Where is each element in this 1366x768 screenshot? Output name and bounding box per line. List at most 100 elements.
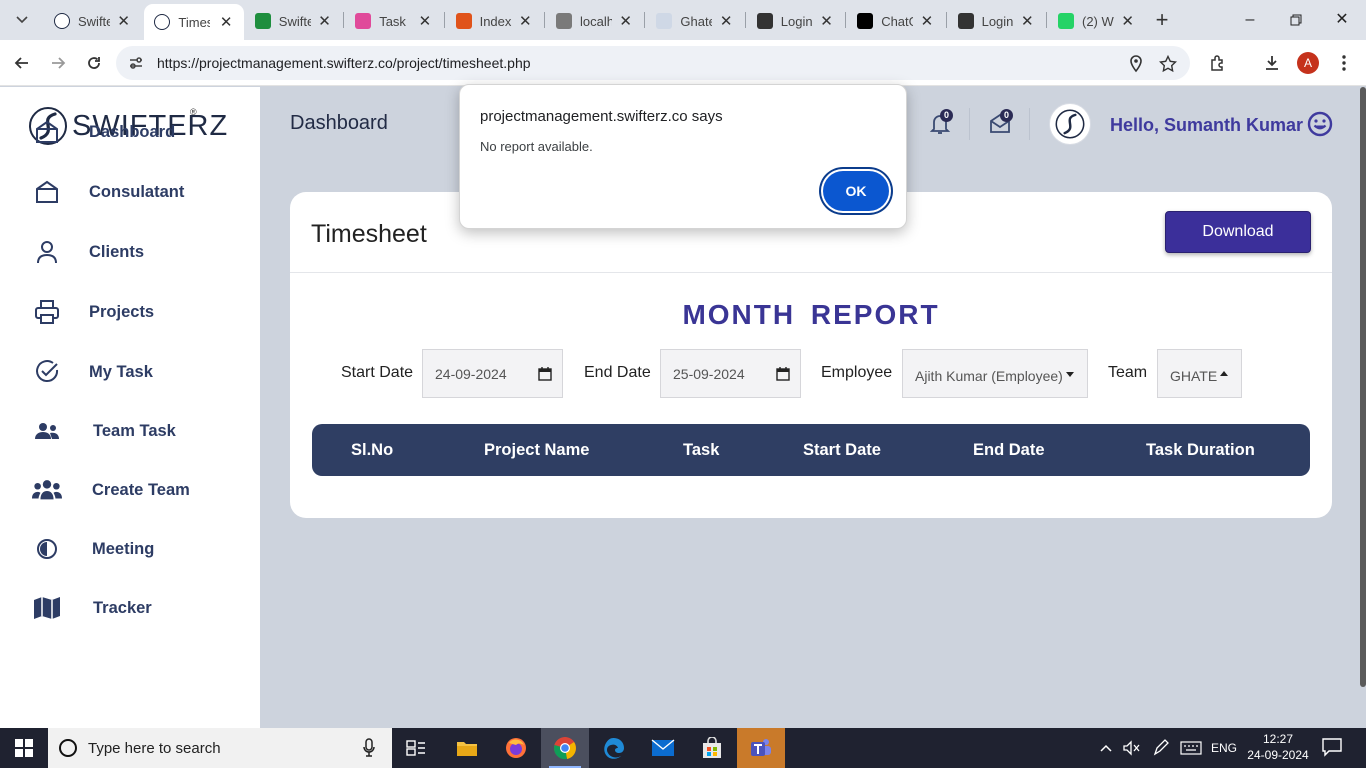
browser-tab[interactable]: Ghate ✕ (646, 6, 744, 36)
location-icon[interactable] (1126, 54, 1146, 74)
language-indicator[interactable]: ENG (1208, 728, 1240, 768)
file-explorer-icon[interactable] (443, 728, 491, 768)
download-button[interactable]: Download (1165, 211, 1311, 253)
extensions-icon[interactable] (1207, 52, 1229, 74)
browser-tab[interactable]: ChatGPT ✕ (847, 6, 945, 36)
column-header[interactable]: Project Name (484, 441, 589, 460)
windows-logo-icon (15, 739, 33, 757)
browser-tab[interactable]: localhost ✕ (546, 6, 644, 36)
ok-button[interactable]: OK (823, 171, 889, 211)
column-header[interactable]: Task (683, 441, 719, 460)
tab-separator (443, 12, 445, 28)
tab-separator (845, 12, 847, 28)
store-icon[interactable] (688, 728, 736, 768)
chrome-icon[interactable] (541, 728, 589, 768)
sidebar-item-create-team[interactable]: Create Team (32, 475, 190, 505)
task-view-icon[interactable] (392, 728, 440, 768)
browser-tab[interactable]: Timesheet ✕ (144, 4, 245, 40)
reload-button[interactable] (82, 51, 106, 75)
employee-select[interactable]: Ajith Kumar (Employee) (902, 349, 1088, 398)
user-greeting: Hello, Sumanth Kumar (1110, 115, 1304, 135)
tab-favicon-icon (857, 13, 874, 29)
close-window-button[interactable]: ✕ (1322, 8, 1362, 32)
url-text[interactable]: https://projectmanagement.swifterz.co/pr… (157, 55, 531, 71)
alert-message: No report available. (480, 139, 593, 154)
notification-count-badge: 0 (940, 109, 953, 122)
tab-close-icon[interactable]: ✕ (419, 12, 432, 30)
notification-center-icon[interactable] (1320, 736, 1346, 760)
sidebar-item-tracker[interactable]: Tracker (32, 593, 152, 623)
forward-button[interactable] (46, 51, 70, 75)
edge-icon[interactable] (590, 728, 638, 768)
taskbar-search[interactable]: Type here to search (48, 728, 392, 768)
start-date-input[interactable]: 24-09-2024 (422, 349, 563, 398)
sidebar-item-projects[interactable]: Projects (32, 297, 154, 327)
sidebar-item-label: My Task (89, 362, 153, 381)
tab-close-icon[interactable]: ✕ (220, 13, 233, 31)
column-header[interactable]: End Date (973, 441, 1045, 460)
tab-close-icon[interactable]: ✕ (921, 12, 934, 30)
sidebar-item-my-task[interactable]: My Task (32, 357, 153, 387)
new-tab-button[interactable]: + (1150, 8, 1174, 32)
chrome-menu-icon[interactable] (1333, 52, 1355, 74)
sidebar-item-consulatant[interactable]: Consulatant (32, 177, 184, 207)
taskbar-search-placeholder[interactable]: Type here to search (88, 740, 221, 757)
downloads-icon[interactable] (1261, 52, 1283, 74)
clock-date: 24-09-2024 (1247, 748, 1309, 762)
tab-close-icon[interactable]: ✕ (820, 12, 833, 30)
tab-close-icon[interactable]: ✕ (117, 12, 130, 30)
sidebar-item-meeting[interactable]: Meeting (32, 534, 154, 564)
tab-title: Swifterz (78, 13, 110, 29)
microphone-icon[interactable] (362, 738, 376, 758)
smile-icon[interactable] (1307, 111, 1333, 137)
clock-time: 12:27 (1262, 732, 1294, 746)
card-title: Timesheet (311, 220, 427, 248)
sidebar-item-clients[interactable]: Clients (32, 237, 144, 267)
page-scrollbar[interactable] (1360, 87, 1366, 687)
tab-title: (2) WhatsApp (1082, 13, 1114, 29)
minimize-button[interactable]: – (1230, 8, 1270, 32)
tab-favicon-icon (154, 14, 171, 30)
browser-tab[interactable]: Swifterz ✕ (44, 6, 142, 36)
site-info-icon[interactable] (128, 55, 144, 71)
tab-close-icon[interactable]: ✕ (1021, 12, 1034, 30)
column-header[interactable]: Sl.No (351, 441, 393, 460)
browser-tab[interactable]: Login ✕ (747, 6, 845, 36)
windows-start-button[interactable] (0, 728, 48, 768)
tab-close-icon[interactable]: ✕ (318, 12, 331, 30)
restore-button[interactable] (1276, 8, 1316, 34)
browser-tab[interactable]: Swifterz ✕ (245, 6, 343, 36)
show-hidden-icons[interactable] (1096, 728, 1116, 768)
team-select[interactable]: GHATE (1157, 349, 1242, 398)
profile-avatar[interactable]: A (1297, 52, 1319, 74)
tab-close-icon[interactable]: ✕ (720, 12, 733, 30)
volume-muted-icon[interactable] (1120, 728, 1142, 768)
browser-tab[interactable]: Login ✕ (948, 6, 1046, 36)
back-button[interactable] (10, 51, 34, 75)
user-avatar[interactable] (1049, 103, 1091, 145)
teams-icon[interactable] (737, 728, 785, 768)
browser-tab[interactable]: Index ✕ (446, 6, 544, 36)
keyboard-icon[interactable] (1178, 728, 1204, 768)
omnibox[interactable]: https://projectmanagement.swifterz.co/pr… (116, 46, 1190, 80)
tab-close-icon[interactable]: ✕ (619, 12, 632, 30)
end-date-label: End Date (584, 364, 651, 381)
column-header[interactable]: Start Date (803, 441, 881, 460)
browser-tab[interactable]: (2) WhatsApp ✕ (1048, 6, 1146, 36)
calendar-icon[interactable] (776, 367, 790, 381)
home-icon (32, 177, 62, 207)
sidebar-item-team-task[interactable]: Team Task (32, 416, 176, 446)
column-header[interactable]: Task Duration (1146, 441, 1255, 460)
firefox-icon[interactable] (492, 728, 540, 768)
calendar-icon[interactable] (538, 367, 552, 381)
tab-search-chevron-icon[interactable] (8, 8, 36, 32)
end-date-input[interactable]: 25-09-2024 (660, 349, 801, 398)
browser-tab[interactable]: Task ✕ (345, 6, 443, 36)
tab-close-icon[interactable]: ✕ (519, 12, 532, 30)
system-clock[interactable]: 12:27 24-09-2024 (1246, 731, 1310, 763)
tab-close-icon[interactable]: ✕ (1121, 12, 1134, 30)
sidebar-item-dashboard[interactable]: Dashboard (32, 117, 175, 147)
mail-app-icon[interactable] (639, 728, 687, 768)
pen-icon[interactable] (1150, 728, 1172, 768)
bookmark-star-icon[interactable] (1158, 54, 1178, 74)
